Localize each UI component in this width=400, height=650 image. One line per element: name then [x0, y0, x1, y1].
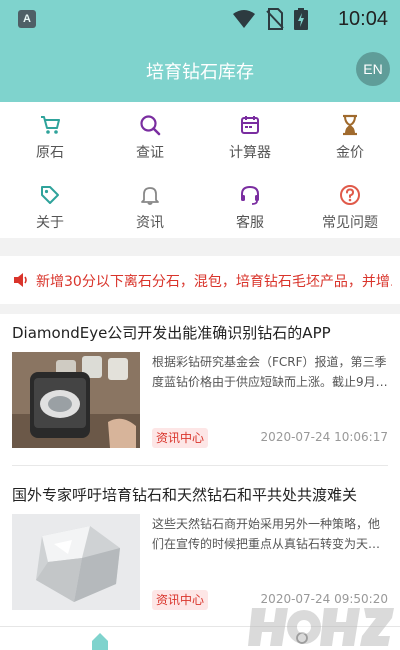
news-date: 2020-07-24 10:06:17 [260, 430, 388, 444]
headset-icon [241, 185, 259, 205]
menu-item-news[interactable]: 资讯 [100, 176, 200, 236]
no-sim-icon [266, 8, 284, 30]
speaker-icon [14, 273, 27, 287]
clock: 10:04 [337, 8, 388, 30]
menu-label: 金价 [336, 145, 364, 161]
menu-label: 常见问题 [322, 215, 378, 231]
section-divider [0, 304, 400, 314]
feature-menu: 原石 查证 计算器 金价 关于 资讯 客服 常见问题 [0, 102, 400, 238]
news-summary: 根据彩钻研究基金会（FCRF）报道，第三季度蓝钻价格由于供应短缺而上涨。截止9月… [152, 355, 388, 389]
battery-charging-icon [294, 8, 308, 30]
menu-item-verify[interactable]: 查证 [100, 106, 200, 166]
news-title: 国外专家呼吁培育钻石和天然钻石和平共处共渡难关 [12, 486, 358, 504]
menu-label: 资讯 [136, 215, 164, 231]
news-thumbnail [12, 514, 140, 610]
language-toggle-button[interactable]: EN [356, 52, 390, 86]
hourglass-icon [343, 114, 357, 136]
search-icon [140, 115, 161, 136]
notice-bar[interactable]: 新增30分以下离石分石，混包，培育钻石毛坯产品，并增… [0, 256, 400, 304]
news-item[interactable]: 国外专家呼吁培育钻石和天然钻石和平共处共渡难关 这些天然钻石商开始采用另外一种策… [0, 484, 400, 619]
notice-text: 新增30分以下离石分石，混包，培育钻石毛坯产品，并增… [36, 274, 392, 290]
list-divider [12, 465, 388, 466]
news-category-tag[interactable]: 资讯中心 [152, 428, 209, 448]
menu-item-about[interactable]: 关于 [0, 176, 100, 236]
news-category-tag[interactable]: 资讯中心 [152, 590, 209, 610]
question-icon [340, 185, 360, 205]
menu-label: 客服 [236, 215, 264, 231]
menu-label: 原石 [36, 145, 64, 161]
menu-item-faq[interactable]: 常见问题 [300, 176, 400, 236]
menu-item-rough[interactable]: 原石 [0, 106, 100, 166]
status-icons [232, 8, 308, 30]
news-summary: 这些天然钻石商开始采用另外一种策略，他们在宣传的时候把重点从真钻石转变为天… [152, 517, 381, 551]
menu-label: 计算器 [229, 145, 271, 161]
app-notification-icon: A [18, 10, 36, 28]
page-title: 培育钻石库存 [146, 62, 254, 83]
news-thumbnail [12, 352, 140, 448]
app-header: 培育钻石库存 EN [0, 38, 400, 102]
section-divider [0, 238, 400, 256]
watermark-logo [246, 600, 396, 650]
menu-label: 查证 [136, 145, 164, 161]
news-title: DiamondEye公司开发出能准确识别钻石的APP [12, 324, 331, 342]
news-item[interactable]: DiamondEye公司开发出能准确识别钻石的APP 根据彩钻研究基金会（FCR… [0, 322, 400, 457]
cart-icon [41, 116, 60, 134]
status-bar: A 10:04 [0, 0, 400, 38]
home-icon[interactable] [90, 631, 110, 650]
bell-icon [141, 187, 159, 205]
calendar-icon [241, 116, 259, 134]
menu-item-gold-price[interactable]: 金价 [300, 106, 400, 166]
menu-item-support[interactable]: 客服 [200, 176, 300, 236]
menu-label: 关于 [36, 215, 64, 231]
menu-item-calculator[interactable]: 计算器 [200, 106, 300, 166]
wifi-icon [233, 10, 255, 28]
tag-icon [41, 186, 59, 204]
